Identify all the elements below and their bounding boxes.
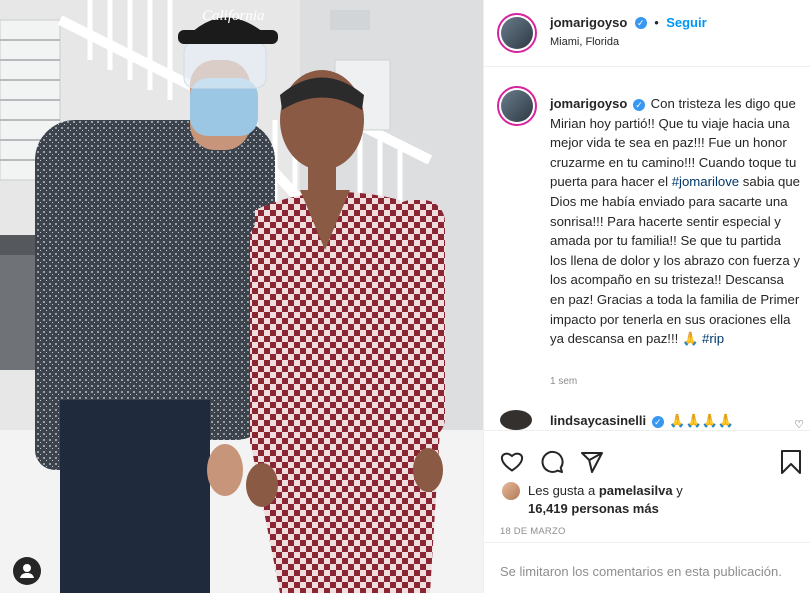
- heart-icon[interactable]: [500, 450, 524, 474]
- liker-username[interactable]: pamelasilva: [599, 483, 673, 498]
- comments-limited-notice: Se limitaron los comentarios en esta pub…: [500, 564, 782, 579]
- caption-time[interactable]: 1 sem: [550, 376, 577, 387]
- likes-summary: Les gusta a pamelasilva y 16,419 persona…: [528, 482, 798, 518]
- verified-badge-icon: ✓: [634, 16, 647, 29]
- liker-avatar[interactable]: [502, 482, 520, 500]
- author-username[interactable]: jomarigoyso: [550, 15, 627, 30]
- dot-separator: •: [654, 15, 659, 30]
- likes-prefix: Les gusta a: [528, 483, 596, 498]
- svg-text:California: California: [202, 8, 265, 24]
- post-caption: jomarigoyso ✓ Con tristeza les digo que …: [550, 94, 800, 349]
- post-actions: Les gusta a pamelasilva y 16,419 persona…: [484, 430, 810, 542]
- commenter-username[interactable]: lindsaycasinelli: [550, 413, 646, 428]
- verified-badge-icon: ✓: [651, 415, 664, 428]
- caption-text-2: sabia que Dios me había enviado para sac…: [550, 174, 800, 347]
- commenter-avatar[interactable]: [500, 410, 532, 430]
- post-photo[interactable]: California: [0, 0, 483, 593]
- author-avatar[interactable]: [497, 13, 537, 53]
- post-header: jomarigoyso ✓ • Seguir Miami, Florida: [484, 0, 810, 67]
- comment-icon[interactable]: [540, 450, 564, 474]
- post-photo-illustration: California: [0, 0, 483, 593]
- bookmark-icon[interactable]: [780, 450, 802, 474]
- likes-count-link[interactable]: 16,419 personas más: [528, 501, 659, 516]
- follow-button[interactable]: Seguir: [666, 15, 706, 30]
- post-sidebar: jomarigoyso ✓ • Seguir Miami, Florida jo…: [483, 0, 810, 593]
- likes-connector: y: [676, 483, 683, 498]
- comment-text: 🙏🙏🙏🙏: [669, 413, 735, 428]
- hashtag-link[interactable]: #jomarilove: [672, 174, 739, 189]
- caption-avatar[interactable]: [497, 86, 537, 126]
- instagram-post-modal: California jomarigoyso ✓ • Seguir Miami,…: [0, 0, 810, 593]
- comments-footer: Se limitaron los comentarios en esta pub…: [484, 542, 810, 594]
- hashtag-link[interactable]: #rip: [702, 331, 724, 346]
- post-date[interactable]: 18 DE MARZO: [500, 526, 566, 537]
- caption-username[interactable]: jomarigoyso: [550, 96, 627, 111]
- post-location[interactable]: Miami, Florida: [550, 36, 619, 48]
- share-icon[interactable]: [580, 450, 604, 474]
- comment-row: lindsaycasinelli ✓ 🙏🙏🙏🙏 ♡: [500, 410, 804, 431]
- verified-badge-icon: ✓: [632, 98, 645, 111]
- user-tag-icon[interactable]: [13, 557, 41, 585]
